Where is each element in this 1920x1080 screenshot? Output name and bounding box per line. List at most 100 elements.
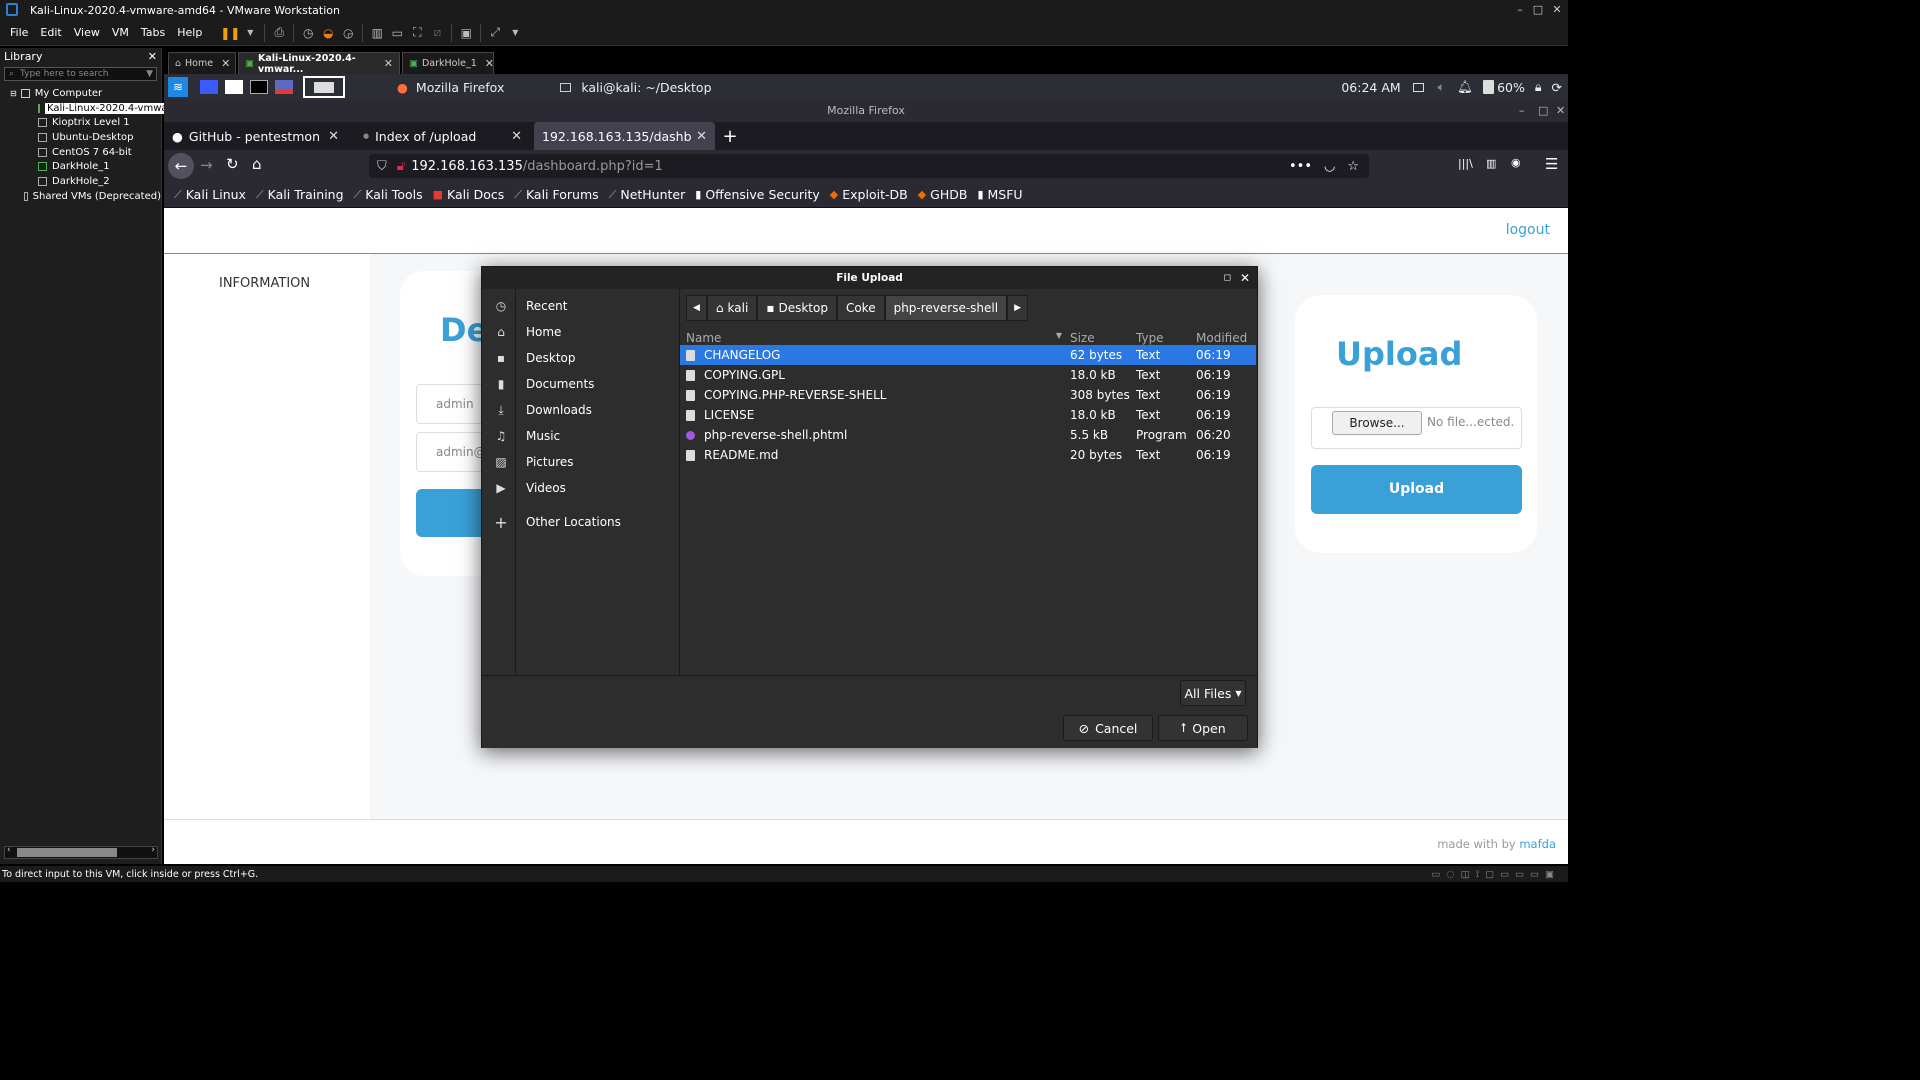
column-type[interactable]: Type [1136, 331, 1196, 345]
forward-icon[interactable]: → [200, 156, 213, 174]
author-link[interactable]: mafda [1519, 837, 1556, 851]
page-actions-icon[interactable]: ••• [1289, 159, 1312, 174]
open-button[interactable]: ⭡ Open [1158, 715, 1248, 741]
bookmark-exploit-db[interactable]: ◆ Exploit-DB [830, 187, 908, 202]
bookmark-kali-docs[interactable]: ■ Kali Docs [433, 187, 505, 202]
device-icons[interactable]: ▭◌◫⟟▢▭▭▭▣ [1431, 869, 1560, 880]
close-icon[interactable]: ✕ [384, 57, 393, 70]
insecure-lock-icon[interactable]: 🔓︎ [397, 159, 405, 174]
chevron-left-icon[interactable]: ‹ [7, 845, 11, 855]
menu-view[interactable]: View [68, 26, 106, 39]
bookmark-kali-training[interactable]: ⟋ Kali Training [256, 187, 344, 202]
lock-icon[interactable]: 🔒︎ [1535, 79, 1542, 95]
send-keys-icon[interactable]: ⎙ [269, 24, 289, 42]
crumb-kali[interactable]: ⌂ kali [706, 295, 758, 321]
bookmark-kali-tools[interactable]: ⟋ Kali Tools [354, 187, 423, 202]
url-bar[interactable]: ⛉ 🔓︎ 192.168.163.135/dashboard.php?id=1 … [369, 154, 1369, 178]
library-view-icon[interactable]: ▥ [367, 24, 387, 42]
tree-item-darkhole2[interactable]: DarkHole_2 [0, 174, 161, 189]
fullscreen-icon[interactable]: ⛶ [407, 24, 427, 42]
menu-edit[interactable]: Edit [34, 26, 67, 39]
unity-icon[interactable]: ⧄ [427, 24, 447, 42]
file-row[interactable]: php-reverse-shell.phtml 5.5 kB Program 0… [680, 425, 1256, 445]
bookmark-kali-linux[interactable]: ⟋ Kali Linux [174, 187, 246, 202]
hamburger-menu-icon[interactable]: ☰ [1545, 155, 1558, 173]
kali-menu-icon[interactable]: ≋ [168, 77, 188, 97]
tab-darkhole1[interactable]: ▣ DarkHole_1 ✕ [402, 52, 494, 74]
file-filter-select[interactable]: All Files ▼ [1180, 680, 1246, 706]
tree-item-ubuntu[interactable]: Ubuntu-Desktop [0, 130, 161, 145]
close-icon[interactable]: ✕ [485, 57, 494, 70]
close-icon[interactable]: ✕ [1546, 0, 1568, 20]
file-row[interactable]: COPYING.PHP-REVERSE-SHELL 308 bytes Text… [680, 385, 1256, 405]
menu-vm[interactable]: VM [106, 26, 135, 39]
library-search-input[interactable]: ⌕ Type here to search ▼ [4, 67, 157, 81]
stretch-icon[interactable]: ⤢ [485, 24, 505, 42]
browser-icon[interactable] [275, 80, 293, 94]
snapshot-icon[interactable]: ◷ [298, 24, 318, 42]
chevron-down-icon[interactable]: ▼ [505, 24, 525, 42]
chevron-right-icon[interactable]: ▶ [1007, 295, 1029, 321]
taskbar-terminal[interactable]: kali@kali: ~/Desktop [581, 80, 711, 95]
pause-icon[interactable]: ❚❚ [220, 24, 240, 42]
close-icon[interactable]: ✕ [148, 50, 157, 63]
tab-github[interactable]: ●GitHub - pentestmonkey/✕ [164, 122, 347, 150]
file-row[interactable]: README.md 20 bytes Text 06:19 [680, 445, 1256, 465]
workspace-switcher[interactable] [303, 76, 345, 98]
bookmark-msfu[interactable]: ▮ MSFU [977, 187, 1022, 202]
upload-button[interactable]: Upload [1311, 465, 1522, 514]
chevron-right-icon[interactable]: › [151, 845, 155, 855]
reload-icon[interactable]: ↻ [226, 155, 239, 173]
library-icon[interactable]: |||\ [1458, 157, 1473, 170]
cancel-button[interactable]: ⊘ Cancel [1063, 715, 1153, 741]
new-tab-icon[interactable]: + [715, 122, 745, 150]
terminal-icon[interactable] [250, 80, 268, 94]
power-icon[interactable]: ⟳ [1552, 80, 1562, 95]
horizontal-scrollbar[interactable]: ‹ › [4, 845, 158, 859]
column-size[interactable]: Size [1070, 331, 1136, 345]
maximize-icon[interactable]: □ [1538, 100, 1548, 122]
menu-file[interactable]: File [4, 26, 34, 39]
menu-tabs[interactable]: Tabs [135, 26, 171, 39]
column-name[interactable]: Name ▼ [680, 331, 1070, 345]
logout-link[interactable]: logout [1506, 222, 1550, 238]
tree-item-my-computer[interactable]: ⊟ My Computer [0, 86, 161, 101]
taskbar-firefox[interactable]: Mozilla Firefox [416, 80, 504, 95]
revert-snapshot-icon[interactable]: ◒ [318, 24, 338, 42]
account-icon[interactable]: ◉ [1511, 156, 1521, 169]
file-input[interactable]: Browse... No file...ected. [1311, 407, 1522, 449]
file-row[interactable]: LICENSE 18.0 kB Text 06:19 [680, 405, 1256, 425]
tree-item-kioptrix[interactable]: Kioptrix Level 1 [0, 115, 161, 130]
shield-icon[interactable]: ⛉ [377, 159, 387, 174]
workspace-icon[interactable] [200, 80, 218, 94]
bookmark-nethunter[interactable]: ⟋ NetHunter [609, 187, 686, 202]
crumb-coke[interactable]: Coke [836, 295, 885, 321]
tree-item-darkhole1[interactable]: DarkHole_1 [0, 159, 161, 174]
tree-item-centos[interactable]: CentOS 7 64-bit [0, 145, 161, 160]
file-row[interactable]: COPYING.GPL 18.0 kB Text 06:19 [680, 365, 1256, 385]
tree-item-kali[interactable]: Kali-Linux-2020.4-vmwa [0, 101, 170, 116]
menu-help[interactable]: Help [171, 26, 208, 39]
clock[interactable]: 06:24 AM [1341, 80, 1400, 95]
home-icon[interactable]: ⌂ [252, 155, 262, 173]
browse-button[interactable]: Browse... [1332, 411, 1422, 435]
tree-item-shared[interactable]: Shared VMs (Deprecated) [0, 189, 161, 204]
close-icon[interactable]: ✕ [1556, 100, 1565, 122]
notification-bell-icon[interactable]: 🔔︎ [1457, 79, 1473, 95]
battery-icon[interactable] [1483, 80, 1495, 94]
bookmark-star-icon[interactable]: ☆ [1347, 159, 1359, 174]
pocket-icon[interactable]: ◡ [1324, 159, 1335, 174]
maximize-icon[interactable]: ◻ [1224, 267, 1231, 289]
file-row[interactable]: CHANGELOG 62 bytes Text 06:19 [680, 345, 1256, 365]
tab-index-upload[interactable]: ● Index of /upload ✕ [347, 122, 530, 150]
column-modified[interactable]: Modified [1196, 331, 1256, 345]
thumbnail-view-icon[interactable]: ▭ [387, 24, 407, 42]
tab-home[interactable]: ⌂ Home ✕ [168, 52, 236, 74]
sidebar-icon[interactable]: ▥ [1486, 157, 1496, 170]
close-icon[interactable]: ✕ [511, 129, 522, 144]
bookmark-kali-forums[interactable]: ⟋ Kali Forums [514, 187, 598, 202]
file-manager-icon[interactable] [225, 80, 243, 94]
crumb-php-reverse-shell[interactable]: php-reverse-shell [884, 295, 1008, 321]
chevron-down-icon[interactable]: ▼ [146, 69, 153, 79]
close-icon[interactable]: ✕ [696, 129, 707, 144]
